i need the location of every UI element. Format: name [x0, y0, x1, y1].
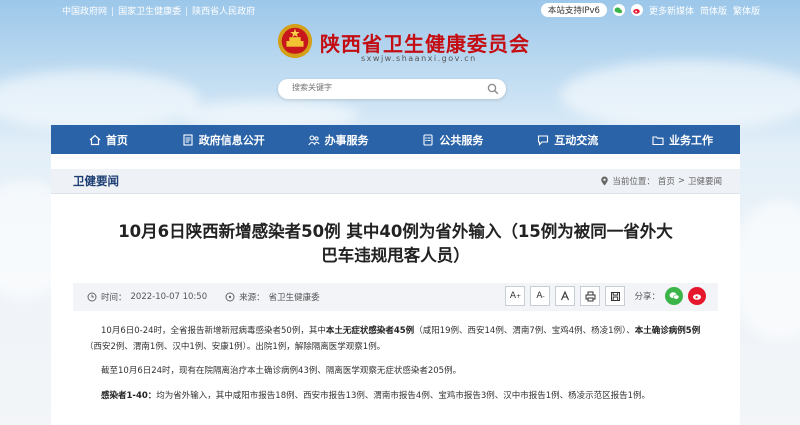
nav-label: 公共服务 [439, 133, 484, 147]
nav-gov-info[interactable]: 政府信息公开 [166, 125, 281, 154]
nav-label: 办事服务 [324, 133, 369, 147]
nav-label: 首页 [105, 133, 128, 147]
font-increase-button[interactable]: A + [505, 286, 526, 306]
article-title: 10月6日陕西新增感染者50例 其中40例为省外输入（15例为被同一省外大 巴车… [71, 220, 720, 268]
nav-business[interactable]: 业务工作 [625, 125, 740, 154]
save-icon [610, 291, 620, 301]
paragraph-3: 感染者1-40：均为省外输入，其中咸阳市报告18例、西安市报告13例、渭南市报告… [101, 390, 651, 401]
top-link-nhc[interactable]: 国家卫生健康委 [118, 7, 181, 17]
section-header: 卫健要闻 当前位置： 首页 > 卫健要闻 [51, 169, 740, 194]
top-link-shaanxi[interactable]: 陕西省人民政府 [192, 7, 255, 17]
paragraph-2: 截至10月6日24时，现有在院隔离治疗本土确诊病例43例、隔离医学观察无症状感染… [101, 366, 462, 376]
print-icon [585, 291, 596, 301]
nav-label: 业务工作 [669, 133, 714, 147]
content-panel: 卫健要闻 当前位置： 首页 > 卫健要闻 10月6日陕西新增感染者50例 其中4… [51, 154, 740, 425]
search-icon[interactable] [487, 83, 499, 95]
article-source: 省卫生健康委 [268, 293, 320, 303]
article-meta: 时间： 2022-10-07 10:50 来源： 省卫生健康委 [87, 291, 320, 303]
nav-interaction[interactable]: 互动交流 [510, 125, 625, 154]
breadcrumb: 当前位置： 首页 > 卫健要闻 [600, 175, 722, 187]
nav-public-services[interactable]: 公共服务 [395, 125, 510, 154]
location-pin-icon [601, 176, 609, 186]
document-icon [183, 133, 193, 146]
crumb-sep: > [677, 176, 685, 186]
section-title: 卫健要闻 [73, 174, 119, 188]
source-icon [225, 292, 235, 302]
site-title: 陕西省卫生健康委员会 [320, 32, 530, 56]
weibo-icon[interactable] [630, 4, 643, 16]
top-bar: 中国政府网 | 国家卫生健康委 | 陕西省人民政府 本站支持IPv6 更多新媒体 简体版… [0, 0, 800, 20]
clock-icon [87, 292, 97, 302]
publish-time: 2022-10-07 10:50 [130, 292, 208, 302]
simplified-link[interactable]: 简体版 [700, 4, 727, 17]
time-label: 时间： [101, 293, 127, 303]
source-label: 来源： [239, 293, 265, 303]
wechat-icon[interactable] [612, 4, 625, 16]
people-icon [307, 134, 320, 145]
nav-home[interactable]: 首页 [51, 125, 166, 154]
top-right: 本站支持IPv6 更多新媒体 简体版 繁体版 [540, 2, 760, 18]
crumb-prefix: 当前位置： [612, 177, 655, 187]
search-input[interactable] [290, 82, 474, 93]
ipv6-badge: 本站支持IPv6 [540, 3, 607, 17]
more-media-link[interactable]: 更多新媒体 [649, 4, 694, 17]
crumb-home[interactable]: 首页 [658, 175, 675, 187]
folder-icon [652, 135, 664, 145]
article-title-line1: 10月6日陕西新增感染者50例 其中40例为省外输入（15例为被同一省外大 [118, 222, 673, 241]
top-link-gov[interactable]: 中国政府网 [62, 7, 107, 17]
share-wechat-icon[interactable] [665, 287, 683, 305]
save-button[interactable] [605, 286, 626, 306]
nav-services[interactable]: 办事服务 [281, 125, 396, 154]
article-tools: A + A- 分享： [505, 286, 706, 306]
print-button[interactable] [580, 286, 601, 306]
share-weibo-icon[interactable] [688, 287, 706, 305]
crumb-current[interactable]: 卫健要闻 [688, 175, 722, 187]
nav-label: 互动交流 [554, 133, 599, 147]
top-links: 中国政府网 | 国家卫生健康委 | 陕西省人民政府 [62, 7, 256, 17]
traditional-link[interactable]: 繁体版 [733, 4, 760, 17]
article-body: 10月6日0-24时，全省报告新增新冠病毒感染者50例，其中本土无症状感染者45… [85, 324, 717, 413]
national-emblem-icon [277, 23, 313, 59]
site-url: sxwjw.shaanxi.gov.cn [361, 54, 477, 63]
text-size-button[interactable] [555, 286, 576, 306]
font-decrease-button[interactable]: A- [530, 286, 551, 306]
share-label: 分享： [634, 292, 660, 302]
article-meta-bar: 时间： 2022-10-07 10:50 来源： 省卫生健康委 A + A- 分享： [73, 283, 718, 311]
search-box [278, 79, 506, 99]
nav-label: 政府信息公开 [198, 133, 265, 147]
font-size-icon [561, 291, 570, 301]
main-nav: 首页 政府信息公开 办事服务 公共服务 互动交流 业务工作 [51, 125, 740, 154]
paragraph-1: 10月6日0-24时，全省报告新增新冠病毒感染者50例，其中本土无症状感染者45… [85, 326, 701, 352]
chat-icon [538, 134, 549, 146]
article-title-line2: 巴车违规甩客人员） [321, 246, 470, 265]
doc-list-icon [423, 133, 433, 146]
home-icon [89, 134, 101, 145]
